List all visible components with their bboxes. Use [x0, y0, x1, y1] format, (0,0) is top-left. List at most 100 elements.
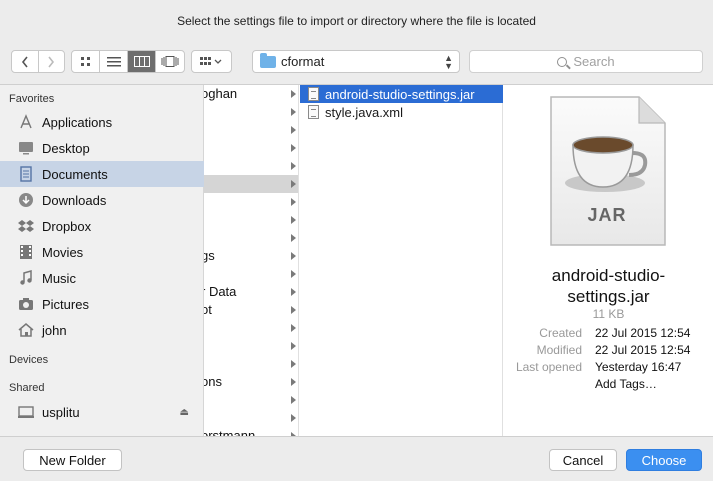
browser-area: Favorites Applications Desktop Documents: [0, 84, 713, 437]
sidebar-item-label: Documents: [42, 166, 108, 182]
file-row[interactable]: style.java.xml: [300, 103, 503, 121]
sidebar-item-downloads[interactable]: Downloads: [0, 187, 204, 213]
folder-icon: [260, 52, 276, 68]
list-icon: [106, 56, 121, 66]
column-row[interactable]: [204, 409, 298, 427]
meta-label: Created: [539, 326, 582, 340]
sidebar-item-desktop[interactable]: Desktop: [0, 135, 204, 161]
disclosure-arrow-icon: [291, 90, 296, 98]
file-row-selected[interactable]: android-studio-settings.jar: [300, 85, 503, 103]
column-row[interactable]: [204, 193, 298, 211]
sidebar-item-label: Downloads: [42, 192, 107, 208]
column-row-selected[interactable]: [204, 175, 298, 193]
applications-icon: [17, 114, 34, 131]
disclosure-arrow-icon: [291, 360, 296, 368]
sidebar-item-label: Movies: [42, 244, 84, 260]
column-row[interactable]: [204, 139, 298, 157]
disclosure-arrow-icon: [291, 216, 296, 224]
disclosure-arrow-icon: [291, 162, 296, 170]
disclosure-arrow-icon: [291, 396, 296, 404]
disclosure-arrow-icon: [291, 306, 296, 314]
sidebar-item-usplitu[interactable]: usplitu ⏏: [0, 399, 204, 425]
column-row[interactable]: gs: [204, 247, 298, 265]
column-row[interactable]: [204, 121, 298, 139]
disclosure-arrow-icon: [291, 234, 296, 242]
column-row[interactable]: orstmann: [204, 427, 298, 436]
toolbar: cformat ▲ ▼ Search: [0, 46, 713, 78]
forward-button[interactable]: [39, 51, 65, 72]
icon-view-button[interactable]: [72, 51, 100, 72]
icon-grid-icon: [80, 56, 90, 66]
column-row[interactable]: [204, 319, 298, 337]
sidebar-item-movies[interactable]: Movies: [0, 239, 204, 265]
column-view-button[interactable]: [128, 51, 156, 72]
desktop-icon: [17, 140, 34, 157]
choose-button[interactable]: Choose: [626, 449, 702, 471]
disclosure-arrow-icon: [291, 432, 296, 436]
sidebar-item-label: Desktop: [42, 140, 90, 156]
preview-file-size: 11 KB: [592, 307, 625, 321]
arrange-menu-button[interactable]: [191, 50, 232, 73]
add-tags-link[interactable]: Add Tags…: [595, 377, 657, 391]
sidebar-item-applications[interactable]: Applications: [0, 109, 204, 135]
meta-label: Last opened: [515, 360, 582, 374]
columns-icon: [133, 56, 150, 67]
downloads-icon: [17, 192, 34, 209]
column-row[interactable]: r Data: [204, 283, 298, 301]
home-icon: [17, 322, 34, 339]
search-placeholder: Search: [573, 54, 615, 69]
disclosure-arrow-icon: [291, 108, 296, 116]
path-popup[interactable]: cformat ▲ ▼: [252, 50, 460, 73]
disclosure-arrow-icon: [291, 252, 296, 260]
column-row[interactable]: [204, 229, 298, 247]
back-button[interactable]: [12, 51, 39, 72]
meta-value: 22 Jul 2015 12:54: [595, 326, 691, 340]
column-row[interactable]: [204, 337, 298, 355]
cancel-button[interactable]: Cancel: [549, 449, 617, 471]
coverflow-icon: [161, 56, 179, 67]
movies-icon: [17, 244, 34, 261]
preview-file-name: android-studio- settings.jar: [504, 265, 713, 307]
column-row[interactable]: [204, 265, 298, 283]
chevron-left-icon: [21, 56, 28, 67]
dialog-title: Select the settings file to import or di…: [177, 14, 536, 28]
meta-value: Yesterday 16:47: [595, 360, 682, 374]
updown-chevron-icon: ▲ ▼: [444, 53, 453, 71]
disclosure-arrow-icon: [291, 324, 296, 332]
disclosure-arrow-icon: [291, 342, 296, 350]
sidebar-item-music[interactable]: Music: [0, 265, 204, 291]
meta-value: 22 Jul 2015 12:54: [595, 343, 691, 357]
file-dialog: Select the settings file to import or di…: [0, 0, 713, 481]
sidebar-item-john[interactable]: john: [0, 317, 204, 343]
sidebar-item-documents[interactable]: Documents: [0, 161, 204, 187]
column-row[interactable]: [204, 157, 298, 175]
jar-label: JAR: [587, 205, 627, 225]
path-popup-label: cformat: [281, 54, 325, 69]
meta-label: Modified: [536, 343, 582, 357]
sidebar-item-label: Applications: [42, 114, 113, 130]
column-row[interactable]: [204, 391, 298, 409]
sidebar-item-dropbox[interactable]: Dropbox: [0, 213, 204, 239]
column-row[interactable]: [204, 211, 298, 229]
column-row[interactable]: oghan: [204, 85, 298, 103]
computer-icon: [17, 404, 34, 421]
documents-icon: [17, 166, 34, 183]
column-row[interactable]: ot: [204, 301, 298, 319]
column-row[interactable]: [204, 355, 298, 373]
sidebar-item-pictures[interactable]: Pictures: [0, 291, 204, 317]
sidebar-item-label: Dropbox: [42, 218, 92, 234]
coverflow-view-button[interactable]: [156, 51, 184, 72]
sidebar-item-label: Pictures: [42, 296, 89, 312]
xml-file-icon: [308, 105, 319, 119]
sidebar-item-label: Music: [42, 270, 76, 286]
column-row[interactable]: [204, 103, 298, 121]
preview-name-line-2: settings.jar: [567, 287, 650, 306]
disclosure-arrow-icon: [291, 198, 296, 206]
search-field[interactable]: Search: [469, 50, 703, 73]
list-view-button[interactable]: [100, 51, 128, 72]
search-icon: [557, 56, 568, 67]
new-folder-button[interactable]: New Folder: [23, 449, 122, 471]
column-row[interactable]: ons: [204, 373, 298, 391]
eject-icon[interactable]: ⏏: [180, 407, 189, 418]
arrange-cell: [192, 51, 231, 72]
